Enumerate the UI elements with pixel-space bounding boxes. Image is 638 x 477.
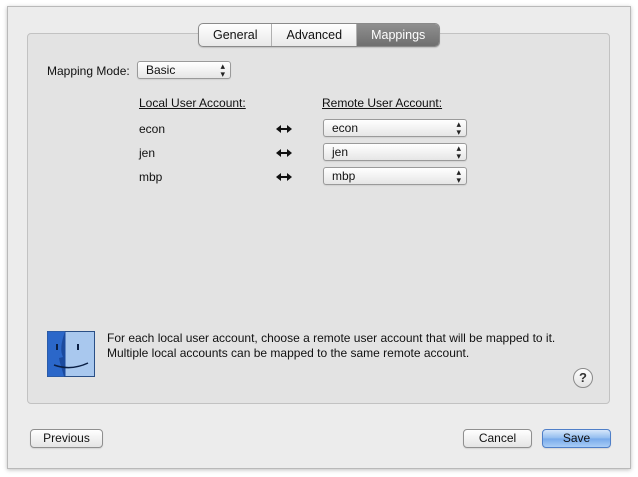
info-text: For each local user account, choose a re… xyxy=(107,331,556,360)
remote-account-popup-jen[interactable]: jen ▴ ▾ xyxy=(323,143,467,161)
popup-arrows-icon: ▴ ▾ xyxy=(456,167,461,185)
local-account-mbp: mbp xyxy=(139,170,163,184)
tab-general[interactable]: General xyxy=(199,24,273,46)
remote-account-value: mbp xyxy=(332,169,356,183)
mapping-mode-popup[interactable]: Basic ▴ ▾ xyxy=(137,61,231,79)
local-account-econ: econ xyxy=(139,122,166,136)
popup-arrows-icon: ▴ ▾ xyxy=(456,143,461,161)
remote-account-popup-econ[interactable]: econ ▴ ▾ xyxy=(323,119,467,137)
remote-account-value: econ xyxy=(332,121,359,135)
save-button[interactable]: Save xyxy=(542,429,611,448)
popup-arrows-icon: ▴ ▾ xyxy=(220,61,225,79)
tab-bar: General Advanced Mappings xyxy=(198,23,441,47)
mapping-mode-value: Basic xyxy=(146,63,176,77)
local-account-header: Local User Account: xyxy=(139,96,246,110)
popup-arrows-icon: ▴ ▾ xyxy=(456,119,461,137)
help-button[interactable]: ? xyxy=(573,368,593,388)
double-arrow-icon xyxy=(276,173,292,181)
remote-account-header: Remote User Account: xyxy=(322,96,443,110)
double-arrow-icon xyxy=(276,125,292,133)
remote-account-popup-mbp[interactable]: mbp ▴ ▾ xyxy=(323,167,467,185)
remote-account-value: jen xyxy=(332,145,349,159)
local-account-jen: jen xyxy=(139,146,156,160)
previous-button[interactable]: Previous xyxy=(30,429,103,448)
mapping-mode-label: Mapping Mode: xyxy=(47,64,130,78)
tab-mappings[interactable]: Mappings xyxy=(357,24,440,46)
double-arrow-icon xyxy=(276,149,292,157)
finder-face-icon xyxy=(47,331,95,377)
cancel-button[interactable]: Cancel xyxy=(463,429,532,448)
tab-advanced[interactable]: Advanced xyxy=(272,24,358,46)
